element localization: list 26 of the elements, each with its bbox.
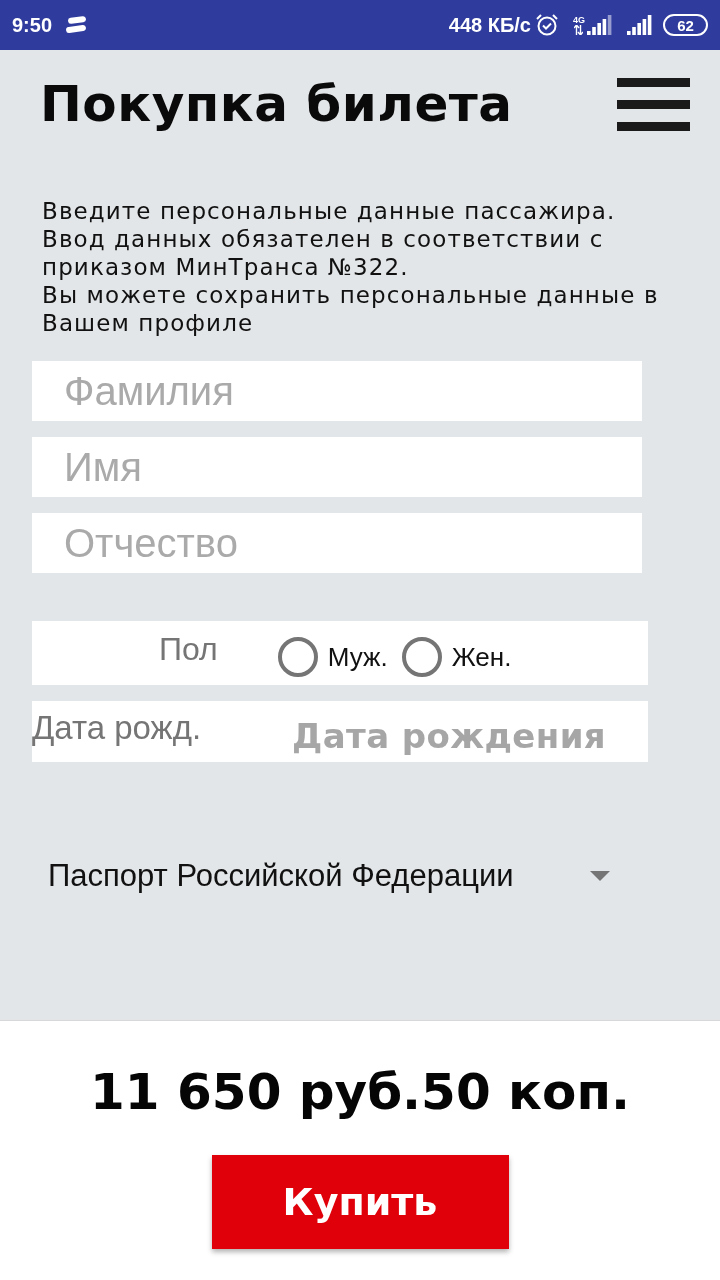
network-speed: 448 КБ/с [448,15,531,35]
radio-button[interactable] [277,637,318,677]
network-type-label: 4G [573,16,585,25]
caret-icon [590,871,610,881]
text-field[interactable]: Фамилия [32,361,642,421]
text-field[interactable]: Имя [32,437,642,497]
gender-label: Пол [159,633,218,665]
menu-icon [617,78,690,131]
document-type-dropdown[interactable]: Паспорт Российской Федерации [48,858,610,894]
signal-icon [627,15,653,35]
page-title: Покупка билета [40,77,513,132]
intro-text: Введите персональные данные пассажира. Ввод данных обязателен в соответствии с приказом МинТранса №322. Вы можете сохранить персональные данные в Вашем профиле [42,197,660,337]
data-arrows-icon [574,25,584,35]
date-field[interactable]: Дата рождения [292,701,648,762]
menu-button[interactable] [617,78,690,131]
signal-icon [587,15,613,35]
radio-button[interactable] [401,637,442,677]
text-field[interactable]: Отчество [32,513,642,573]
birth-date-label: Дата рожд. [32,701,292,762]
price-text: 11 650 руб.50 коп. [90,1065,630,1120]
buy-button[interactable]: Купить [211,1155,509,1249]
radio-label[interactable]: Жен. [451,641,512,673]
clock-time: 9:50 [12,15,53,35]
alarm-clock-icon [535,13,559,37]
battery-indicator: 62 [663,14,708,36]
radio-label[interactable]: Муж. [327,641,388,673]
